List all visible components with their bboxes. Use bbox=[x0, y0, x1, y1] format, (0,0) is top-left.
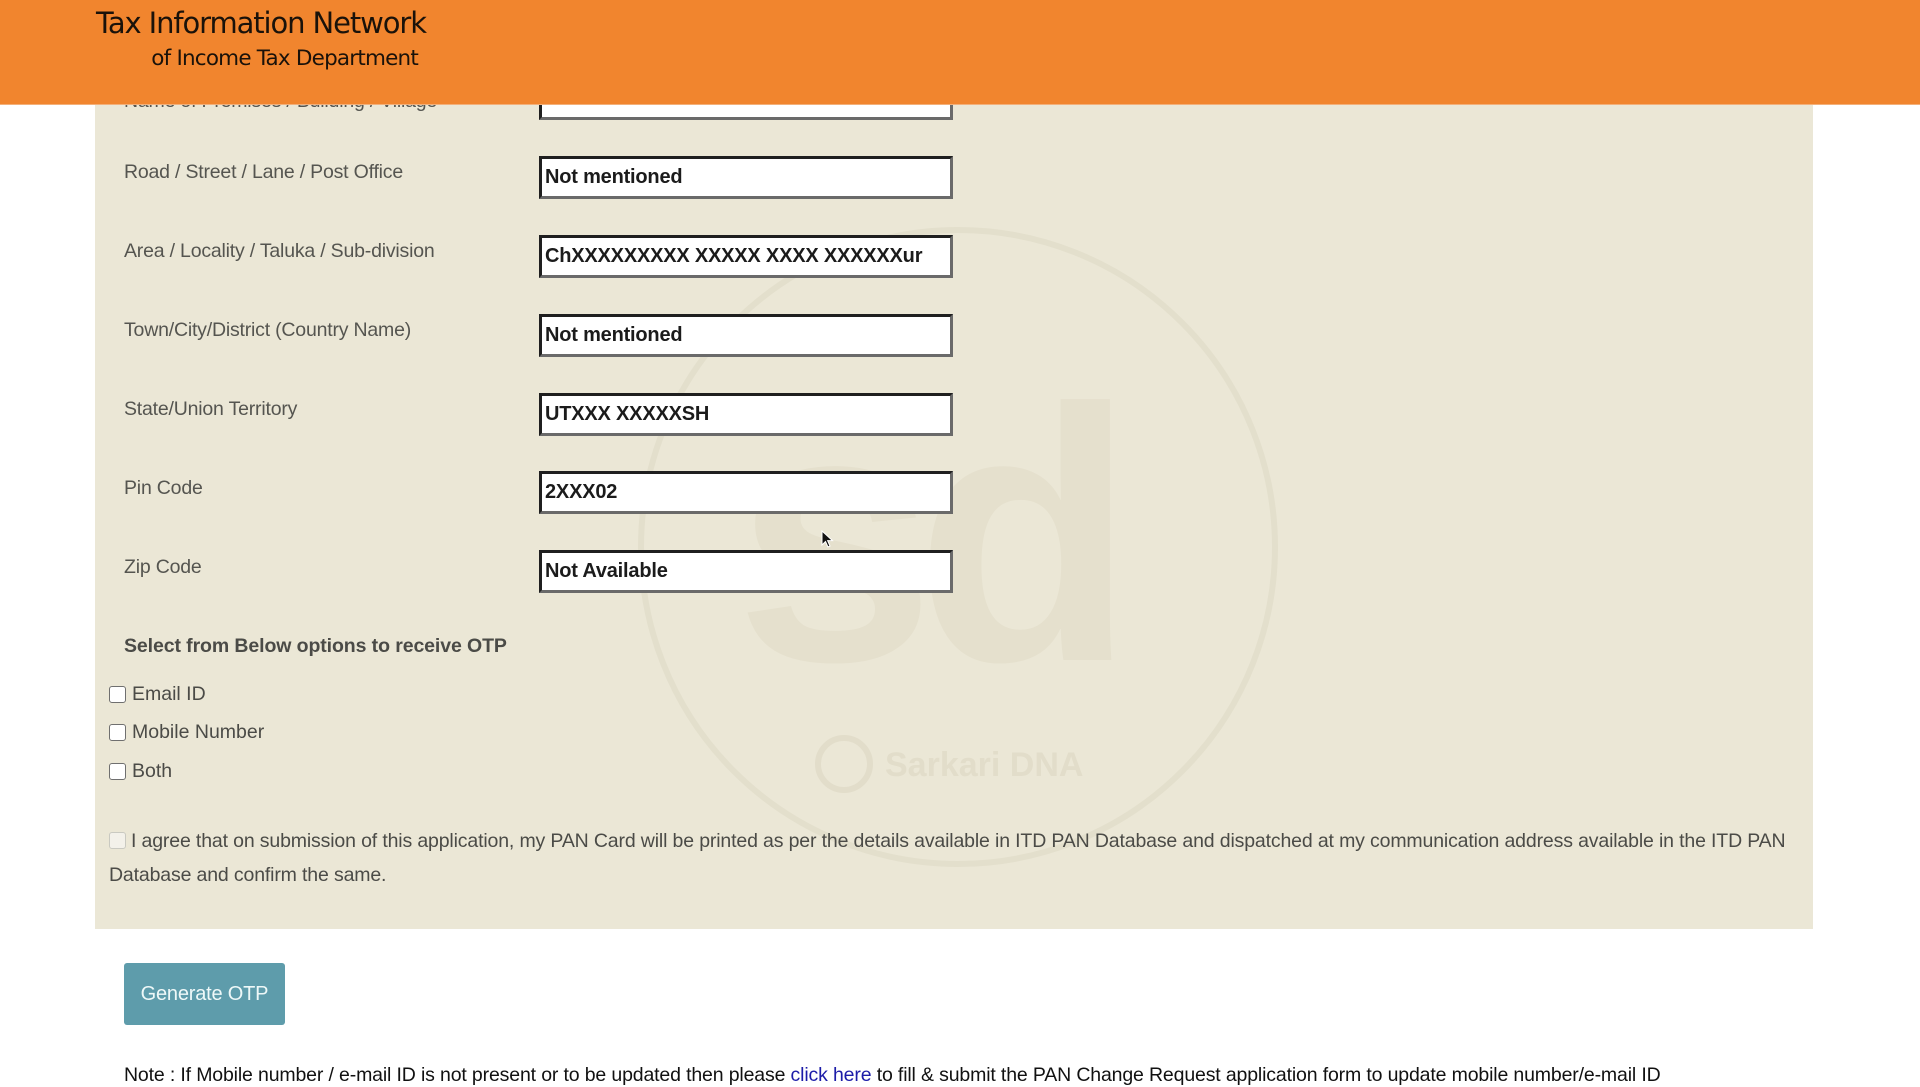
email-checkbox[interactable] bbox=[109, 685, 126, 703]
field-label-area: Area / Locality / Taluka / Sub-division bbox=[124, 240, 435, 262]
click-here-link[interactable]: click here bbox=[791, 1064, 872, 1086]
road-input[interactable] bbox=[539, 156, 953, 199]
watermark-copyright-icon bbox=[815, 735, 873, 793]
field-label-state: State/Union Territory bbox=[124, 398, 298, 420]
town-input[interactable] bbox=[539, 314, 953, 357]
watermark-logo: sd Sarkari DNA bbox=[638, 227, 1278, 867]
field-label-road: Road / Street / Lane / Post Office bbox=[124, 161, 403, 183]
otp-option-email[interactable]: Email ID bbox=[109, 683, 206, 705]
both-checkbox[interactable] bbox=[109, 762, 126, 780]
agreement: I agree that on submission of this appli… bbox=[109, 824, 1799, 892]
field-label-zip: Zip Code bbox=[124, 556, 202, 578]
note-prefix: Note : If Mobile number / e-mail ID is n… bbox=[124, 1064, 791, 1086]
agreement-text: I agree that on submission of this appli… bbox=[109, 830, 1786, 886]
note-suffix: to fill & submit the PAN Change Request … bbox=[871, 1064, 1661, 1086]
note-text: Note : If Mobile number / e-mail ID is n… bbox=[124, 1064, 1661, 1087]
mobile-checkbox-label[interactable]: Mobile Number bbox=[132, 721, 264, 744]
both-checkbox-label[interactable]: Both bbox=[132, 760, 172, 783]
email-checkbox-label[interactable]: Email ID bbox=[132, 683, 206, 706]
generate-otp-button[interactable]: Generate OTP bbox=[124, 963, 285, 1025]
site-header: Tax Information Network of Income Tax De… bbox=[0, 0, 1920, 105]
zip-code-input[interactable] bbox=[539, 550, 953, 593]
site-subtitle: of Income Tax Department bbox=[151, 46, 419, 71]
otp-option-mobile[interactable]: Mobile Number bbox=[109, 721, 264, 743]
field-label-town: Town/City/District (Country Name) bbox=[124, 319, 412, 341]
pin-code-input[interactable] bbox=[539, 471, 953, 514]
site-title: Tax Information Network bbox=[96, 6, 427, 40]
watermark-text: Sarkari DNA bbox=[885, 746, 1083, 784]
field-label-pin: Pin Code bbox=[124, 477, 203, 499]
otp-options-heading: Select from Below options to receive OTP bbox=[124, 635, 507, 657]
otp-option-both[interactable]: Both bbox=[109, 760, 172, 782]
state-input[interactable] bbox=[539, 393, 953, 436]
mobile-checkbox[interactable] bbox=[109, 723, 126, 741]
agreement-checkbox[interactable] bbox=[109, 832, 126, 849]
area-input[interactable] bbox=[539, 235, 953, 278]
address-form-panel: sd Sarkari DNA Name of Premises / Buildi… bbox=[95, 60, 1813, 929]
